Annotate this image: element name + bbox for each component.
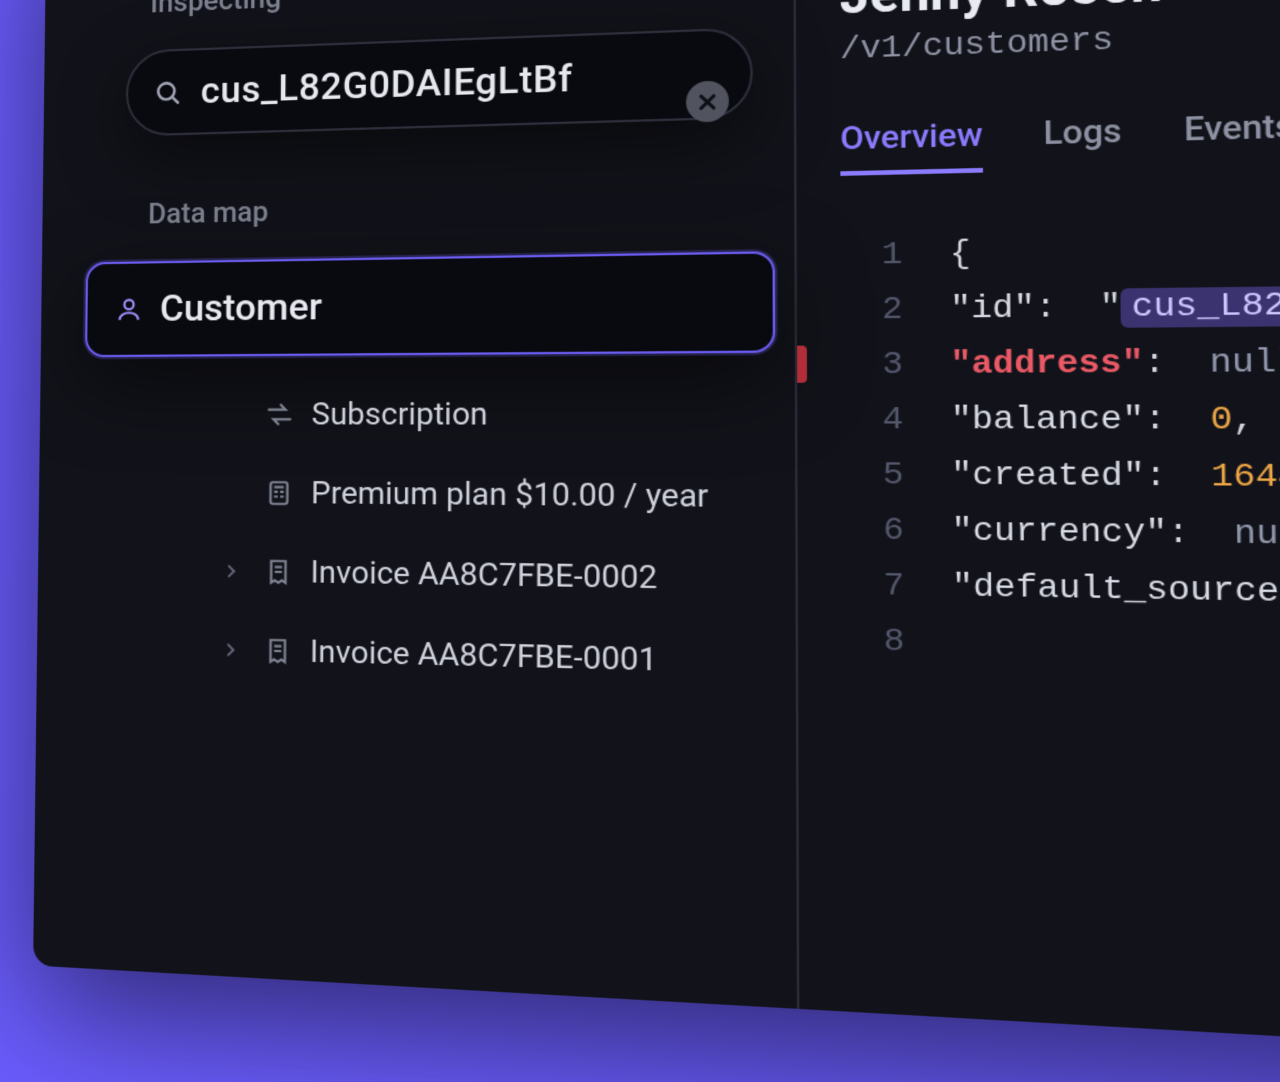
swap-icon [265, 400, 294, 429]
code-line: 4 "balance": 0, [841, 390, 1280, 451]
tree-item-customer[interactable]: Customer [85, 251, 775, 357]
chevron-right-icon [222, 562, 246, 580]
user-icon [115, 295, 143, 323]
code-content: "balance": 0, [951, 392, 1256, 449]
tree-item-plan[interactable]: Premium plan $10.00 / year [199, 458, 754, 531]
line-number: 2 [841, 283, 903, 338]
highlighted-id: cus_L82G0DAI [1121, 285, 1280, 328]
tree-item-invoice-0001[interactable]: Invoice AA8C7FBE-0001 [197, 615, 754, 697]
code-content: "currency": null, [951, 504, 1280, 565]
calculator-icon [265, 478, 294, 507]
search-input[interactable]: cus_L82G0DAIEgLtBf [126, 27, 753, 137]
detail-tabs: Overview Logs Events [840, 85, 1280, 176]
line-number: 8 [842, 614, 904, 671]
line-number: 4 [841, 393, 903, 448]
json-viewer: 1{2"id": "cus_L82G0DAI3"address": null,4… [841, 207, 1280, 698]
tab-detail-logs[interactable]: Logs [1043, 111, 1122, 171]
receipt-icon [264, 557, 293, 586]
tree-item-label: Customer [160, 285, 322, 331]
code-content: "id": "cus_L82G0DAI [950, 276, 1280, 337]
inspecting-label: Inspecting [150, 0, 752, 20]
tab-events[interactable]: Events [1184, 106, 1280, 168]
data-map-tree: Customer Subscription [120, 251, 755, 697]
code-line: 1{ [841, 207, 1280, 283]
line-number: 5 [842, 448, 904, 504]
search-icon [153, 78, 181, 107]
line-number: 1 [841, 228, 903, 284]
line-number: 3 [841, 338, 903, 393]
clear-icon[interactable] [686, 80, 729, 122]
search-value: cus_L82G0DAIEgLtBf [200, 51, 721, 113]
data-map-label: Data map [148, 185, 753, 231]
line-number: 7 [842, 558, 904, 614]
error-marker [797, 346, 807, 383]
code-content: "default_source": nu [952, 560, 1280, 625]
code-content: "created": 164453622, [951, 448, 1280, 508]
code-line: 3 "address": null, [841, 329, 1280, 393]
code-content: "address": null, [950, 335, 1280, 393]
tree-item-label: Premium plan $10.00 / year [311, 474, 709, 514]
tree-item-label: Invoice AA8C7FBE-0001 [310, 633, 657, 679]
code-line: 8 [842, 614, 1280, 698]
tree-item-subscription[interactable]: Subscription [200, 378, 754, 449]
receipt-icon [263, 636, 292, 666]
tree-item-label: Invoice AA8C7FBE-0002 [310, 553, 657, 596]
chevron-right-icon [222, 640, 246, 658]
line-number: 6 [842, 503, 904, 559]
tree-item-invoice-0002[interactable]: Invoice AA8C7FBE-0002 [198, 537, 754, 615]
code-content: { [949, 227, 970, 283]
tab-overview[interactable]: Overview [840, 115, 983, 176]
tree-item-label: Subscription [311, 395, 487, 432]
